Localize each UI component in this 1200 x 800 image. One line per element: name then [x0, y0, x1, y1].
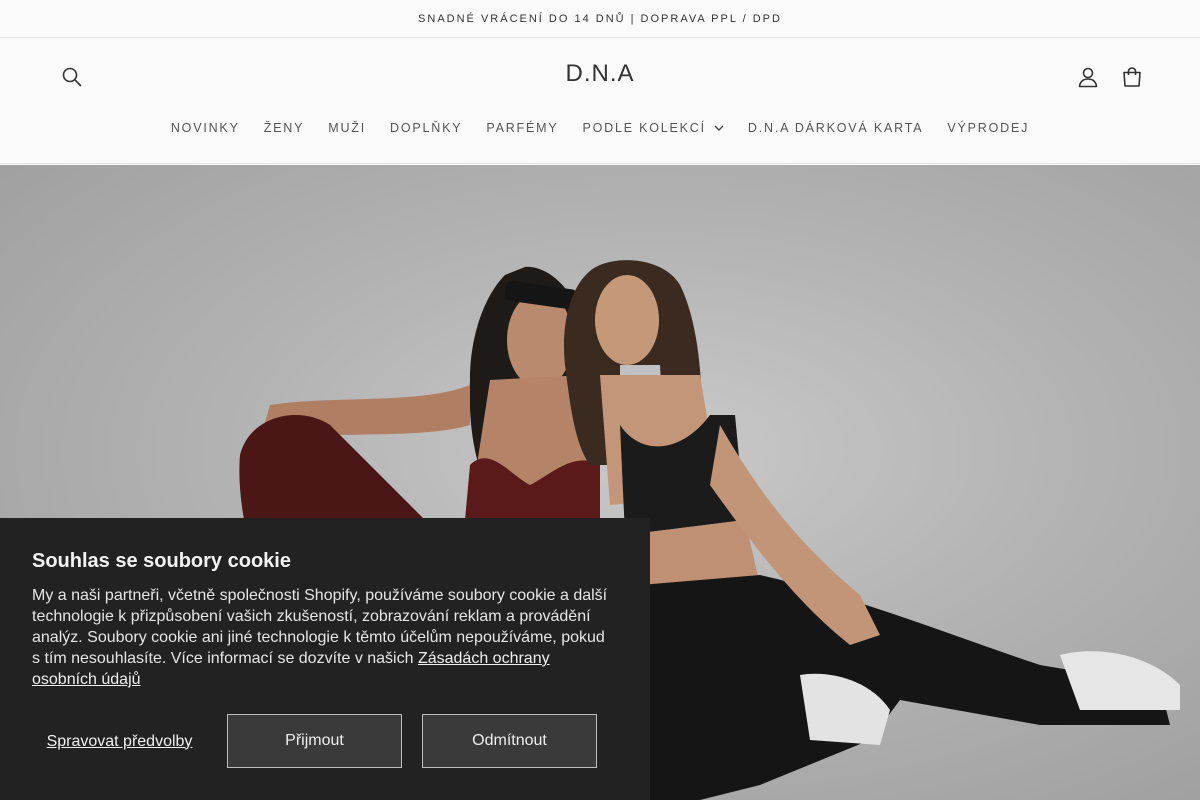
nav-label: VÝPRODEJ	[947, 121, 1030, 135]
nav-item-darkova-karta[interactable]: D.N.A DÁRKOVÁ KARTA	[736, 118, 935, 138]
nav-item-parfemy[interactable]: PARFÉMY	[474, 118, 570, 138]
chevron-down-icon	[714, 125, 724, 131]
nav-label: NOVINKY	[170, 121, 240, 135]
nav-item-zeny[interactable]: ŽENY	[252, 118, 317, 138]
nav-label: MUŽI	[328, 121, 367, 135]
decline-button[interactable]: Odmítnout	[422, 714, 597, 768]
cookie-actions: Spravovat předvolby Přijmout Odmítnout	[32, 714, 617, 768]
nav-label: PODLE KOLEKCÍ	[582, 121, 706, 135]
nav-label: DOPLŇKY	[390, 121, 463, 135]
nav-label: D.N.A DÁRKOVÁ KARTA	[747, 121, 924, 135]
nav-item-podle-kolekci[interactable]: PODLE KOLEKCÍ	[570, 118, 735, 138]
user-icon[interactable]	[1074, 63, 1102, 91]
nav-label: PARFÉMY	[486, 121, 559, 135]
nav-item-novinky[interactable]: NOVINKY	[159, 118, 252, 138]
nav-label: ŽENY	[263, 121, 305, 135]
cookie-text: My a naši partneři, včetně společnosti S…	[32, 585, 617, 690]
nav-item-muzi[interactable]: MUŽI	[316, 118, 378, 138]
announcement-text: SNADNÉ VRÁCENÍ DO 14 DNŮ | DOPRAVA PPL /…	[418, 12, 782, 25]
nav-item-doplnky[interactable]: DOPLŇKY	[378, 118, 474, 138]
nav-item-vyprodej[interactable]: VÝPRODEJ	[935, 118, 1041, 138]
site-logo[interactable]: D.N.A	[0, 60, 1200, 88]
site-header: D.N.A NOVINKY ŽENY MUŽI DOPLŇKY PARFÉMY …	[0, 38, 1200, 164]
main-nav: NOVINKY ŽENY MUŽI DOPLŇKY PARFÉMY PODLE …	[0, 118, 1200, 138]
cookie-title: Souhlas se soubory cookie	[32, 550, 291, 572]
announcement-bar: SNADNÉ VRÁCENÍ DO 14 DNŮ | DOPRAVA PPL /…	[0, 0, 1200, 38]
cart-icon[interactable]	[1118, 63, 1146, 91]
accept-button[interactable]: Přijmout	[227, 714, 402, 768]
manage-preferences-link[interactable]: Spravovat předvolby	[32, 732, 207, 751]
cookie-consent-banner: Souhlas se soubory cookie My a naši part…	[0, 518, 650, 800]
